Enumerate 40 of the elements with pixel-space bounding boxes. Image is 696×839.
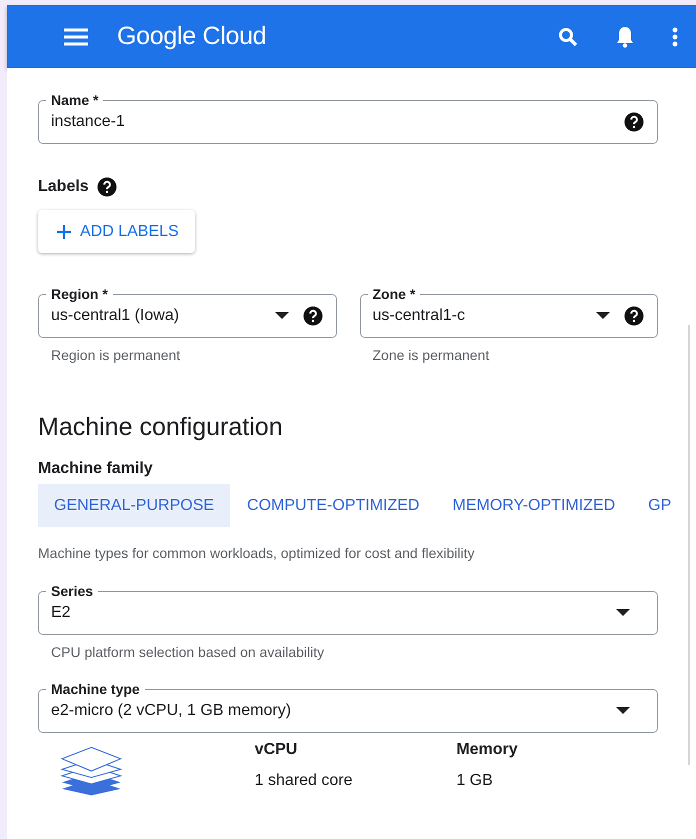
select-field[interactable]: Region * us-central1 (Iowa) (38, 284, 336, 338)
plus-icon (56, 224, 72, 240)
helper-text: Region is permanent (51, 347, 182, 363)
add-labels-button[interactable]: ADD LABELS (38, 210, 195, 253)
spec-title: Memory (456, 741, 519, 759)
select-field[interactable]: Zone * us-central1-c (360, 284, 658, 338)
dropdown-caret-icon[interactable] (616, 609, 630, 617)
help-icon[interactable] (96, 177, 117, 197)
dropdown-caret-icon[interactable] (616, 707, 630, 715)
helper-text: Zone is permanent (372, 347, 490, 363)
helper-text: CPU platform selection based on availability (51, 644, 326, 660)
field-value: E2 (51, 604, 72, 622)
family-description: Machine types for common workloads, optimized for cost and flexibility (38, 545, 476, 561)
family-tab[interactable]: GENERAL-PURPOSE (38, 484, 230, 527)
help-icon[interactable] (302, 306, 322, 326)
family-tab[interactable]: COMPUTE-OPTIMIZED (231, 484, 436, 527)
dropdown-caret-icon[interactable] (274, 312, 288, 320)
field-value: instance-1 (51, 113, 126, 131)
spec-value: 1 shared core (254, 772, 354, 790)
help-icon[interactable] (624, 112, 644, 132)
field-value: e2-micro (2 vCPU, 1 GB memory) (51, 702, 292, 720)
menu-icon[interactable] (63, 26, 89, 46)
help-icon[interactable] (624, 306, 644, 326)
search-icon[interactable] (558, 26, 578, 46)
more-icon[interactable] (672, 26, 678, 46)
family-tab[interactable]: MEMORY-OPTIMIZED (436, 484, 632, 527)
dropdown-caret-icon[interactable] (596, 312, 610, 320)
section-heading: Machine configuration (38, 413, 284, 442)
name-field[interactable]: Name * instance-1 (38, 90, 658, 144)
family-tab[interactable]: GP (632, 484, 688, 527)
spec-title: vCPU (254, 741, 298, 759)
field-value: us-central1 (Iowa) (51, 307, 180, 325)
machine-family-label: Machine family (38, 460, 154, 478)
bell-icon[interactable] (616, 26, 634, 48)
spec-value: 1 GB (456, 772, 494, 790)
app-title: Google Cloud (117, 22, 268, 51)
labels-title: Labels (38, 178, 89, 196)
field-value: us-central1-c (372, 307, 466, 325)
series-select[interactable]: Series E2 (38, 581, 658, 635)
machine-type-select[interactable]: Machine type e2-micro (2 vCPU, 1 GB memory) (38, 679, 658, 733)
